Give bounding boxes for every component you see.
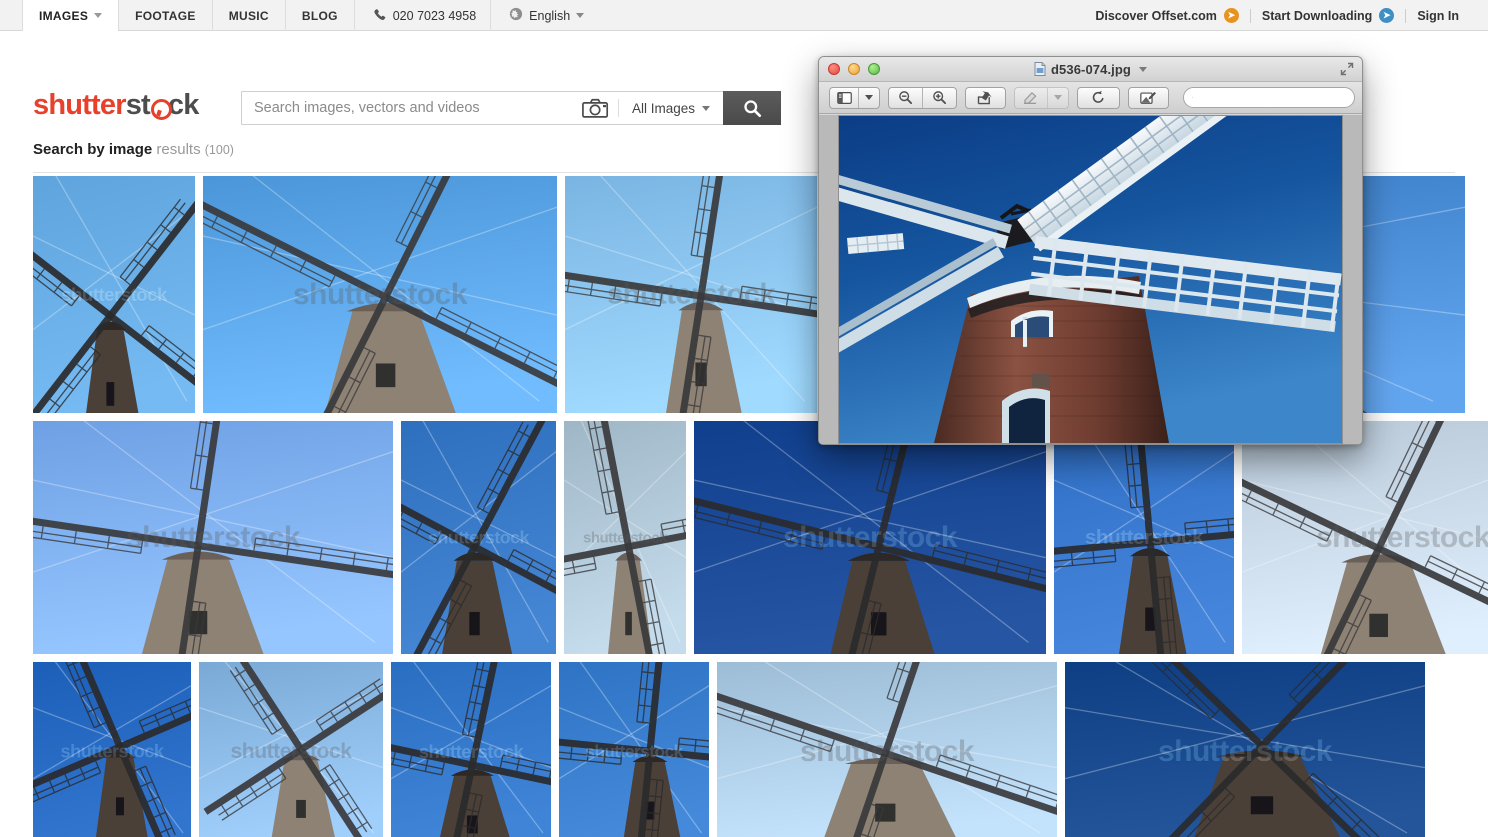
sidebar-view-caret[interactable]	[858, 88, 879, 108]
chevron-down-icon	[702, 106, 710, 111]
result-thumbnail-windmill-dutch-autumn-trees[interactable]: shutterstock	[33, 176, 195, 413]
nav-tab-blog-label: BLOG	[302, 9, 338, 23]
nav-tab-footage-label: FOOTAGE	[135, 9, 196, 23]
logo-part-1: shutter	[33, 89, 126, 121]
preview-toolbar	[819, 82, 1362, 114]
chevron-down-icon	[94, 13, 102, 18]
sidebar-icon	[837, 92, 852, 104]
markup-button[interactable]	[1128, 87, 1169, 109]
chevron-down-icon	[865, 95, 873, 100]
preview-image-area	[819, 115, 1362, 444]
result-thumbnail-windmill-sails-closeup-blue-sky[interactable]: shutterstock	[203, 176, 557, 413]
logo-part-3: ck	[168, 89, 199, 121]
result-thumbnail-windmill-white-tower-lattice-sails[interactable]: shutterstock	[565, 176, 817, 413]
logo-part-2: st	[126, 89, 150, 121]
result-thumbnail-windmill-stone-round-tower-haze[interactable]: shutterstock	[1242, 421, 1488, 654]
window-controls	[819, 63, 880, 75]
minimize-button[interactable]	[848, 63, 860, 75]
result-thumbnail-windmill-brick-tower-green-lines[interactable]: shutterstock	[559, 662, 709, 837]
preview-window[interactable]: d536-074.jpg	[818, 56, 1363, 445]
result-thumbnail-windmill-white-tower-thatch-cap[interactable]: shutterstock	[33, 662, 191, 837]
zoom-out-icon	[898, 90, 913, 105]
fullscreen-icon[interactable]	[1340, 62, 1354, 81]
search-input[interactable]	[242, 92, 574, 124]
start-downloading-link[interactable]: Start Downloading ➤	[1251, 8, 1405, 23]
results-heading-rest: results	[156, 141, 200, 158]
start-downloading-label: Start Downloading	[1262, 9, 1372, 23]
preview-title: d536-074.jpg	[819, 62, 1362, 77]
shutterstock-logo[interactable]: shutterstck	[33, 91, 199, 120]
rotate-button[interactable]	[1077, 87, 1120, 109]
camera-icon	[582, 98, 610, 119]
highlight-caret[interactable]	[1047, 88, 1068, 108]
result-thumbnail-windmill-green-gold-tower-deep-blue[interactable]: shutterstock	[1065, 662, 1425, 837]
result-thumbnail-windmill-stone-tower-wispy-clouds[interactable]: shutterstock	[401, 421, 556, 654]
highlight-button[interactable]	[1014, 87, 1069, 109]
chevron-down-icon	[1139, 67, 1147, 72]
sidebar-view-button[interactable]	[829, 87, 880, 109]
results-heading-bold: Search by image	[33, 141, 152, 158]
preview-title-text: d536-074.jpg	[1051, 62, 1131, 77]
search-submit-button[interactable]	[723, 91, 781, 125]
search-filter-dropdown[interactable]: All Images	[619, 92, 723, 124]
search-bar: All Images	[241, 91, 781, 125]
highlighter-icon	[1023, 91, 1039, 104]
nav-tab-music[interactable]: MUSIC	[213, 0, 286, 31]
search-by-image-button[interactable]	[574, 92, 618, 124]
language-label: English	[529, 9, 570, 23]
top-nav-tabs: IMAGES FOOTAGE MUSIC BLOG 020 7023 4958	[0, 0, 598, 30]
nav-tab-images-label: IMAGES	[39, 9, 88, 23]
top-navigation-bar: IMAGES FOOTAGE MUSIC BLOG 020 7023 4958	[0, 0, 1488, 31]
preview-search-field[interactable]	[1183, 87, 1355, 108]
sign-in-link[interactable]: Sign In	[1406, 9, 1470, 23]
phone-icon	[373, 8, 386, 23]
nav-tab-images[interactable]: IMAGES	[22, 0, 119, 31]
search-icon	[743, 99, 762, 118]
nav-tab-footage[interactable]: FOOTAGE	[119, 0, 213, 31]
grid-row: shutterstock	[0, 662, 1488, 837]
search-filter-label: All Images	[632, 101, 695, 116]
preview-search-input[interactable]	[1193, 91, 1354, 105]
nav-tab-blog[interactable]: BLOG	[286, 0, 355, 31]
zoom-buttons-group	[888, 87, 957, 109]
zoom-out-button[interactable]	[889, 88, 922, 108]
close-button[interactable]	[828, 63, 840, 75]
share-button[interactable]	[965, 87, 1006, 109]
chevron-down-icon	[1054, 95, 1062, 100]
phone-number-label: 020 7023 4958	[393, 9, 476, 23]
rotate-left-icon	[1091, 90, 1106, 105]
result-thumbnail-windmill-stone-spiral-tower-deep-blue[interactable]: shutterstock	[694, 421, 1046, 654]
shutterstock-search-page: IMAGES FOOTAGE MUSIC BLOG 020 7023 4958	[0, 0, 1488, 837]
arrow-right-icon: ➤	[1224, 8, 1239, 23]
discover-offset-label: Discover Offset.com	[1095, 9, 1217, 23]
sign-in-label: Sign In	[1417, 9, 1459, 23]
result-thumbnail-two-chimneys-blue-sky[interactable]: shutterstock	[1054, 421, 1234, 654]
results-count: (100)	[205, 143, 234, 157]
result-thumbnail-windmill-spanish-white-tower[interactable]: shutterstock	[717, 662, 1057, 837]
result-thumbnail-windmill-dark-lattice-white-base[interactable]: shutterstock	[391, 662, 551, 837]
zoom-in-icon	[932, 90, 947, 105]
share-icon	[977, 91, 994, 105]
language-selector[interactable]: English	[491, 0, 598, 31]
zoom-button[interactable]	[868, 63, 880, 75]
result-thumbnail-windmill-yellow-tower-green-guys[interactable]: shutterstock	[33, 421, 393, 654]
document-icon	[1034, 62, 1046, 76]
phone-number: 020 7023 4958	[355, 0, 491, 31]
results-heading: Search by image results (100)	[33, 141, 234, 158]
nav-tab-music-label: MUSIC	[229, 9, 269, 23]
logo-o-mark-icon	[150, 98, 168, 116]
discover-offset-link[interactable]: Discover Offset.com ➤	[1084, 8, 1250, 23]
result-thumbnail-windmill-wooden-grey-mill[interactable]: shutterstock	[564, 421, 686, 654]
preview-image	[839, 116, 1342, 443]
globe-icon	[509, 7, 523, 24]
preview-title-bar[interactable]: d536-074.jpg	[819, 57, 1362, 82]
grid-row: shutterstock	[0, 421, 1488, 654]
zoom-in-button[interactable]	[922, 88, 956, 108]
chevron-down-icon	[576, 13, 584, 18]
markup-pen-icon	[1140, 91, 1157, 105]
result-thumbnail-windmill-slim-sails-wide-blue[interactable]: shutterstock	[199, 662, 383, 837]
top-nav-right-links: Discover Offset.com ➤ Start Downloading …	[1084, 0, 1488, 31]
arrow-right-icon: ➤	[1379, 8, 1394, 23]
